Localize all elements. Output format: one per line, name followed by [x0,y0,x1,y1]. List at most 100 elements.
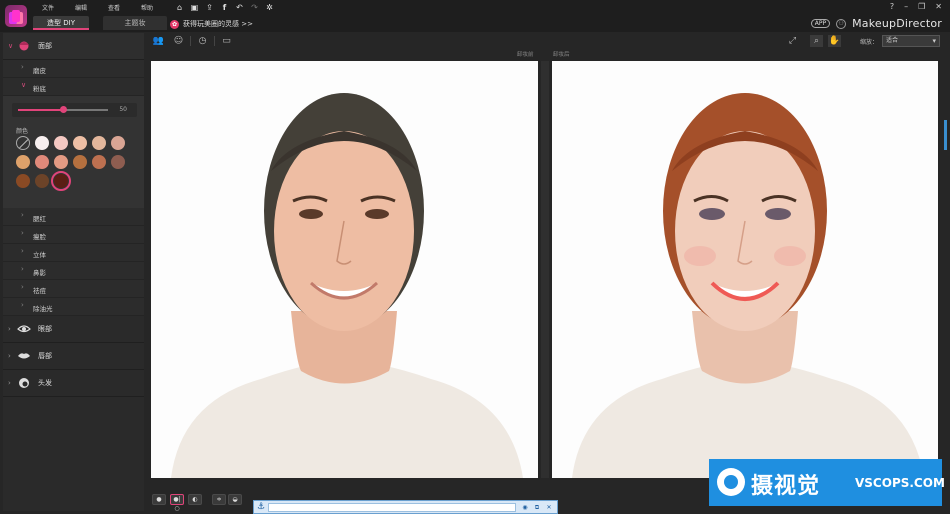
share-icon[interactable]: ⇪ [205,3,214,12]
watermark-banner: 摄视觉 VSCOPS.COM [709,459,945,506]
sidebar-item-smoothing[interactable]: › 磨皮 [3,60,144,78]
before-portrait-image [151,61,538,478]
color-swatch[interactable] [16,155,30,169]
quick-toolbar: ⌂ ▣ ⇪ f ↶ ↷ ✲ [175,3,274,12]
pan-hand-icon[interactable]: ✋ [828,35,841,47]
app-badge[interactable]: APP [810,19,831,28]
redo-icon[interactable]: ↷ [250,3,259,12]
split-view-icon[interactable]: ●|○ [170,494,184,512]
zoom-select[interactable]: 适合 [882,35,940,47]
color-swatch[interactable] [54,155,68,169]
fit-screen-icon[interactable]: ⤢ [786,35,799,47]
color-swatch[interactable] [111,136,125,150]
sidebar-item-label: 立体 [33,251,46,259]
home-icon[interactable]: ⌂ [175,3,184,12]
category-hair[interactable]: › 头发 [3,370,144,397]
color-swatch[interactable] [51,171,71,191]
foundation-panel: 50 颜色 [3,96,144,208]
minimize-button[interactable]: – [904,2,908,11]
before-view-label: 卸妆前 [517,52,534,58]
sidebar-item-nose-shadow[interactable]: › 鼻影 [3,262,144,280]
chevron-right-icon: › [21,211,24,219]
history-icon[interactable]: ◷ [196,35,209,47]
watermark-logo-icon [717,468,745,496]
copy-icon[interactable]: ⧉ [532,503,542,512]
undo-icon[interactable]: ↶ [235,3,244,12]
color-swatch[interactable] [35,155,49,169]
chevron-right-icon: › [8,352,11,360]
after-view-label: 卸妆后 [553,52,570,58]
tab-theme[interactable]: 主题妆 [103,16,167,30]
slider-fill [18,109,63,111]
face-detect-icon[interactable]: ☺ [172,35,185,47]
color-swatch[interactable] [35,174,49,188]
color-swatch[interactable] [92,136,106,150]
category-face[interactable]: ∨ 面部 [3,33,144,60]
slider-handle[interactable] [59,106,67,113]
color-swatch[interactable] [73,136,87,150]
sidebar-item-foundation[interactable]: ∨ 粉底 [3,78,144,96]
color-swatch[interactable] [16,174,30,188]
after-photo[interactable] [552,61,938,478]
sidebar-item-label: 磨皮 [33,67,46,75]
sidebar-item-contour[interactable]: › 立体 [3,244,144,262]
camera-icon[interactable]: ◉ [520,503,530,512]
color-swatches [16,136,132,191]
settings-icon[interactable]: ✲ [265,3,274,12]
view-divider[interactable] [541,61,549,478]
align-icon[interactable]: ≑ [212,494,226,505]
app-logo-icon [5,5,27,27]
menu-help[interactable]: 帮助 [141,3,174,12]
color-swatch[interactable] [111,155,125,169]
menu-file[interactable]: 文件 [42,3,75,12]
half-compare-icon[interactable]: ◐ [188,494,202,505]
color-swatch[interactable] [35,136,49,150]
chevron-right-icon: › [21,63,24,71]
help-button[interactable]: ? [890,2,894,11]
category-lips[interactable]: › 唇部 [3,343,144,370]
scroll-indicator[interactable] [944,120,947,150]
layers-icon[interactable]: ◒ [228,494,242,505]
brand-area: APP ⚇ MakeupDirector [810,17,942,30]
multi-face-icon[interactable]: 👥 [152,35,165,47]
sidebar-item-blush[interactable]: › 腮红 [3,208,144,226]
menu-view[interactable]: 查看 [108,3,141,12]
promo-link[interactable]: ✿ 获得玩美圈的灵感 >> [170,19,253,29]
close-button[interactable]: ✕ [935,2,942,11]
chevron-down-icon: ∨ [21,81,27,89]
color-swatch[interactable] [73,155,87,169]
before-photo[interactable] [151,61,538,478]
floating-input[interactable] [268,503,516,512]
sidebar-item-label: 祛痘 [33,287,46,295]
foundation-intensity-slider[interactable]: 50 [12,103,137,117]
color-swatch[interactable] [54,136,68,150]
save-icon[interactable]: ▣ [190,3,199,12]
menu-edit[interactable]: 编辑 [75,3,108,12]
menu-bar: 文件 编辑 查看 帮助 [42,3,174,12]
compare-icon[interactable]: ▭ [220,35,233,47]
category-eyes[interactable]: › 眼部 [3,316,144,343]
zoom-icon[interactable]: ⌕ [810,35,823,47]
chevron-right-icon: › [8,379,11,387]
sidebar-item-label: 除油光 [33,305,53,313]
canvas-toolbar: 👥 ☺ ◷ ▭ ⤢ ⌕ ✋ 缩放： 适合 [146,33,950,50]
sidebar-item-face-slim[interactable]: › 瘦脸 [3,226,144,244]
sidebar-item-label: 粉底 [33,85,46,93]
maximize-button[interactable]: ❐ [918,2,925,11]
facebook-icon[interactable]: f [220,3,229,12]
account-icon[interactable]: ⚇ [836,18,847,29]
sidebar-item-label: 腮红 [33,215,46,223]
color-swatch[interactable] [92,155,106,169]
close-icon[interactable]: ✕ [544,503,554,512]
eye-icon [17,325,31,333]
watermark-cn: 摄视觉 [751,474,821,499]
toolbar-divider [190,36,191,46]
sidebar-item-acne[interactable]: › 祛痘 [3,280,144,298]
after-portrait-image [552,61,938,478]
single-view-icon[interactable]: ● [152,494,166,505]
no-color-swatch[interactable] [16,136,30,150]
chevron-right-icon: › [21,301,24,309]
tab-diy[interactable]: 造型 DIY [33,16,89,30]
sidebar-item-shine-removal[interactable]: › 除油光 [3,298,144,316]
promo-icon: ✿ [170,19,179,29]
